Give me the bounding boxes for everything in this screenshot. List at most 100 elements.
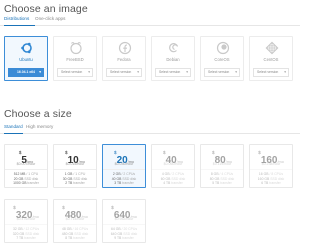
size-card[interactable]: $40/mo $0.060/hour 4 GB / 2 CPUs 60 GB SSD … xyxy=(151,144,195,188)
freebsd-logo-icon xyxy=(70,42,82,55)
version-select-coreos[interactable]: Select version ▾ xyxy=(204,68,240,77)
spec-unit: SSD disk xyxy=(25,231,40,236)
hourly-price: $0.714/hour xyxy=(65,217,85,221)
size-card[interactable]: $80/mo $0.119/hour 8 GB / 4 CPUs 80 GB SSD … xyxy=(200,144,244,188)
spec-unit: SSD disk xyxy=(171,176,186,181)
spec-value: 160 GB xyxy=(257,176,270,181)
spec-line: 2 TB transfer xyxy=(54,181,96,186)
image-card-coreos[interactable]: CoreOS Select version ▾ xyxy=(200,36,244,81)
spec-value: 1 GB xyxy=(64,172,73,176)
image-name: FreeBSD xyxy=(66,57,84,62)
version-label: Select version xyxy=(208,70,230,74)
size-specs: 32 GB / 12 CPUs 320 GB SSD disk 7 TB trans… xyxy=(5,224,47,241)
spec-value: 6 TB xyxy=(261,181,269,186)
image-name: Debian xyxy=(166,57,180,62)
tab-high-memory[interactable]: High memory xyxy=(26,122,56,134)
spec-line: 9 TB transfer xyxy=(103,236,145,241)
spec-unit: / 1 CPU xyxy=(26,172,39,176)
size-card[interactable]: $20/mo $0.030/hour 2 GB / 2 CPUs 40 GB SSD … xyxy=(102,144,146,188)
image-name: Ubuntu xyxy=(19,57,33,62)
spec-line: 7 TB transfer xyxy=(5,236,47,241)
currency-symbol: $ xyxy=(211,151,215,156)
image-name: CentOS xyxy=(263,57,279,62)
size-specs: 1 GB / 1 CPU 30 GB SSD disk 2 TB transfer xyxy=(54,169,96,186)
size-specs: 2 GB / 2 CPUs 40 GB SSD disk 3 TB transfer xyxy=(103,169,145,186)
spec-unit: transfer xyxy=(220,181,232,186)
image-card-ubuntu[interactable]: Ubuntu 16.04.1 x64 ▾ xyxy=(4,36,48,81)
spec-line: 8 TB transfer xyxy=(54,236,96,241)
spec-unit: SSD disk xyxy=(24,176,39,181)
image-card-debian[interactable]: Debian Select version ▾ xyxy=(151,36,195,81)
size-card[interactable]: $480/mo $0.714/hour 48 GB / 16 CPUs 480 GB … xyxy=(53,199,97,243)
spec-unit: transfer xyxy=(122,236,134,241)
currency-symbol: $ xyxy=(113,151,117,156)
spec-value: 48 GB xyxy=(61,227,72,231)
spec-value: 4 TB xyxy=(163,181,171,186)
size-specs: 4 GB / 2 CPUs 60 GB SSD disk 4 TB transfer xyxy=(152,169,194,186)
tab-standard[interactable]: Standard xyxy=(4,122,23,134)
version-select-ubuntu[interactable]: 16.04.1 x64 ▾ xyxy=(8,68,44,77)
image-card-centos[interactable]: CentOS Select version ▾ xyxy=(249,36,293,81)
spec-unit: transfer xyxy=(269,181,281,186)
spec-unit: transfer xyxy=(24,236,36,241)
spec-value: 2 TB xyxy=(65,181,73,186)
ubuntu-logo-icon xyxy=(21,42,32,54)
currency-symbol: $ xyxy=(18,151,22,156)
hourly-price: $0.007/hour xyxy=(16,162,36,166)
spec-value: 32 GB xyxy=(12,227,23,231)
size-card[interactable]: $160/mo $0.238/hour 16 GB / 8 CPUs 160 GB S… xyxy=(249,144,293,188)
hourly-price: $0.476/hour xyxy=(16,217,36,221)
spec-value: 1000 GB xyxy=(13,181,27,186)
spec-unit: / 4 CPUs xyxy=(219,172,234,176)
chevron-down-icon: ▾ xyxy=(284,70,286,74)
version-label: Select version xyxy=(159,70,181,74)
currency-symbol: $ xyxy=(64,151,68,156)
hourly-price: $0.952/hour xyxy=(114,217,134,221)
tab-distributions[interactable]: Distributions xyxy=(4,14,35,26)
version-label: Select version xyxy=(257,70,279,74)
version-label: Select version xyxy=(110,70,132,74)
spec-unit: / 16 CPUs xyxy=(72,227,89,231)
size-card[interactable]: $320/mo $0.476/hour 32 GB / 12 CPUs 320 GB … xyxy=(4,199,48,243)
hourly-price: $0.060/hour xyxy=(163,162,183,166)
size-card[interactable]: $10/mo $0.015/hour 1 GB / 1 CPU 30 GB SSD d… xyxy=(53,144,97,188)
chevron-down-icon: ▾ xyxy=(137,70,139,74)
chevron-down-icon: ▾ xyxy=(186,70,188,74)
spec-unit: / 20 CPUs xyxy=(121,227,138,231)
spec-unit: transfer xyxy=(171,181,183,186)
version-label: Select version xyxy=(61,70,83,74)
spec-line: 5 TB transfer xyxy=(201,181,243,186)
size-specs: 8 GB / 4 CPUs 80 GB SSD disk 5 TB transfer xyxy=(201,169,243,186)
version-select-freebsd[interactable]: Select version ▾ xyxy=(57,68,93,77)
spec-value: 3 TB xyxy=(114,181,122,186)
image-card-fedora[interactable]: Fedora Select version ▾ xyxy=(102,36,146,81)
size-card[interactable]: $5/mo $0.007/hour 512 MB / 1 CPU 20 GB SSD … xyxy=(4,144,48,188)
spec-unit: / 8 CPUs xyxy=(269,172,284,176)
image-card-freebsd[interactable]: FreeBSD Select version ▾ xyxy=(53,36,97,81)
spec-value: 80 GB xyxy=(209,176,220,181)
spec-unit: SSD disk xyxy=(74,231,89,236)
spec-unit: transfer xyxy=(73,236,85,241)
fedora-logo-icon xyxy=(118,41,132,55)
size-specs: 512 MB / 1 CPU 20 GB SSD disk 1000 GB tran… xyxy=(5,169,47,186)
spec-value: 30 GB xyxy=(62,176,73,181)
spec-value: 20 GB xyxy=(13,176,24,181)
spec-value: 9 TB xyxy=(114,236,122,241)
tab-one-click-apps[interactable]: One-click apps xyxy=(35,14,75,26)
spec-unit: / 1 CPU xyxy=(73,172,86,176)
version-select-fedora[interactable]: Select version ▾ xyxy=(106,68,142,77)
hourly-price: $0.119/hour xyxy=(212,162,232,166)
size-section-title: Choose a size xyxy=(4,108,72,120)
spec-value: 8 TB xyxy=(65,236,73,241)
size-specs: 64 GB / 20 CPUs 640 GB SSD disk 9 TB trans… xyxy=(103,224,145,241)
version-select-debian[interactable]: Select version ▾ xyxy=(155,68,191,77)
hourly-price: $0.015/hour xyxy=(65,162,85,166)
version-select-centos[interactable]: Select version ▾ xyxy=(253,68,289,77)
size-card[interactable]: $640/mo $0.952/hour 64 GB / 20 CPUs 640 GB … xyxy=(102,199,146,243)
spec-value: 640 GB xyxy=(110,231,123,236)
spec-unit: SSD disk xyxy=(123,231,138,236)
size-tabs: Standard High memory xyxy=(0,122,300,134)
currency-symbol: $ xyxy=(111,206,114,211)
spec-unit: transfer xyxy=(122,181,134,186)
spec-line: 3 TB transfer xyxy=(103,181,145,186)
